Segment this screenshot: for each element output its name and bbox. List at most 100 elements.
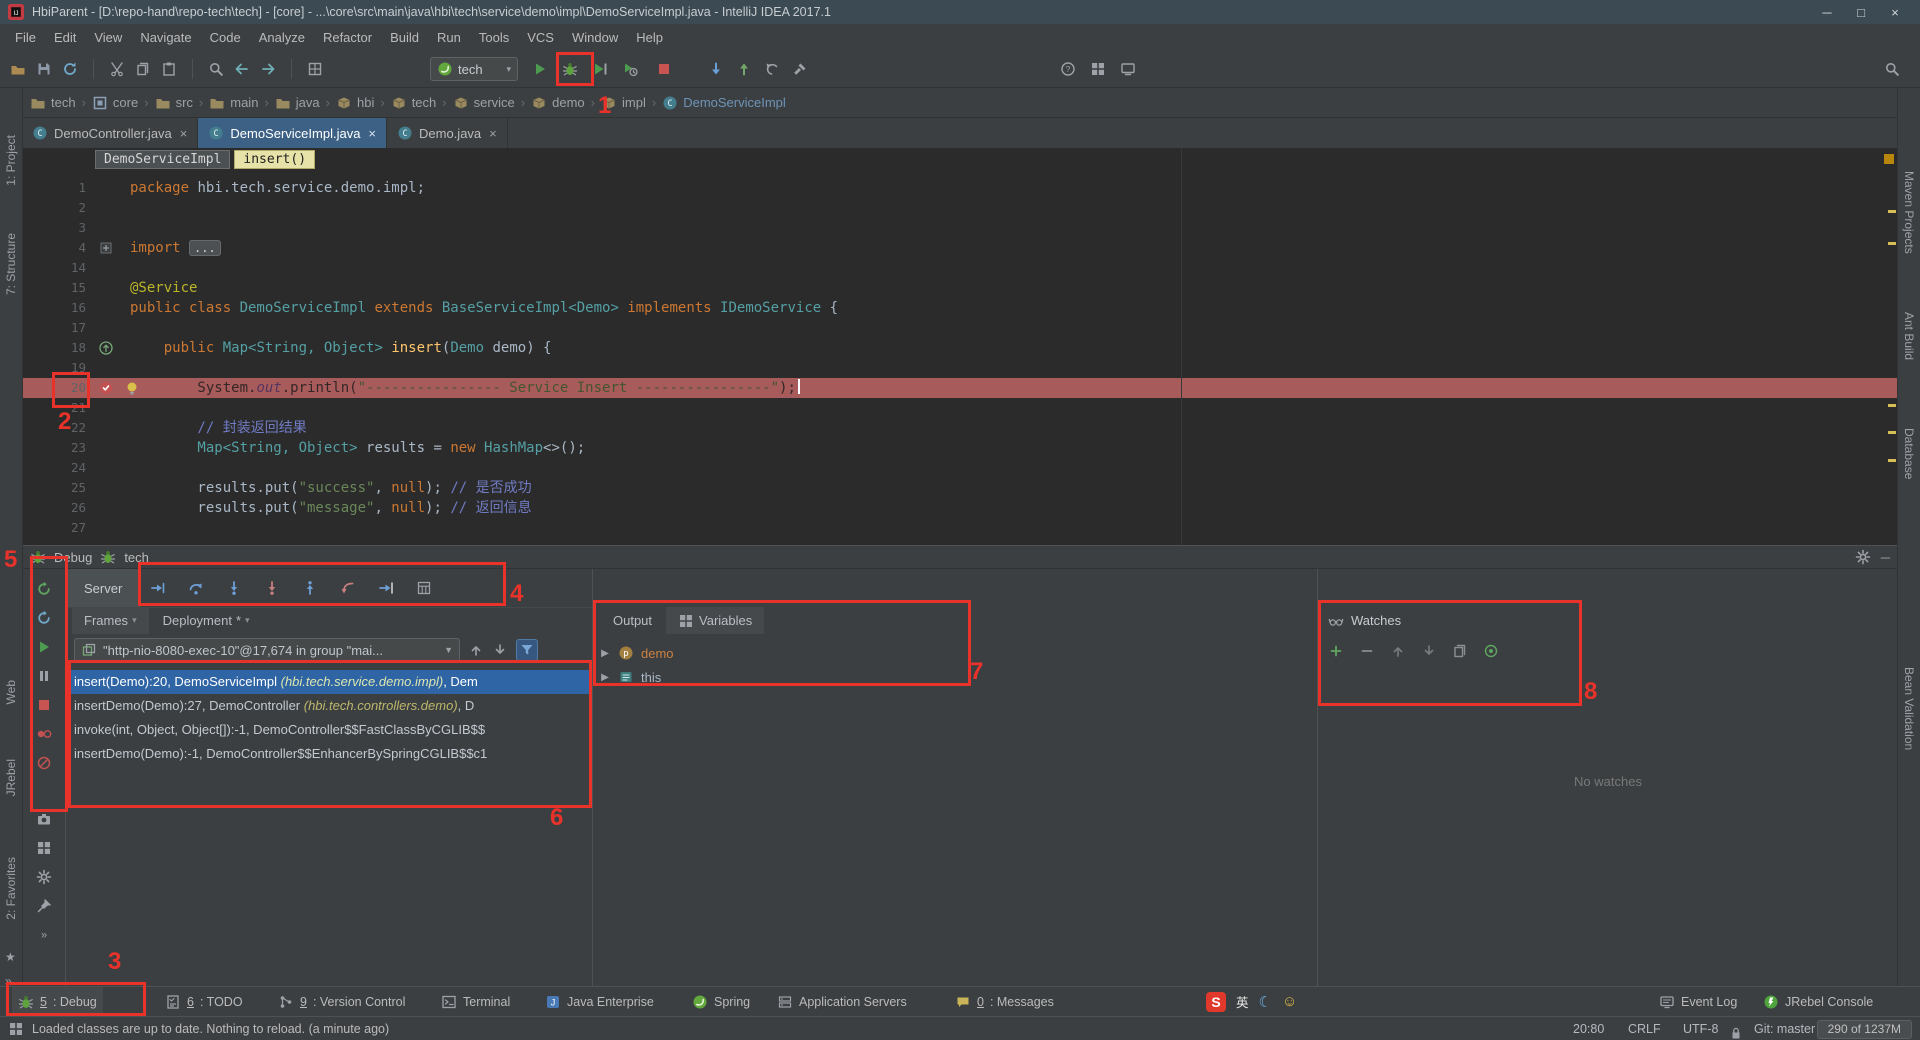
maximize-button[interactable]: □ xyxy=(1844,5,1878,20)
save-all-icon[interactable] xyxy=(36,61,52,77)
line-number[interactable]: 21 xyxy=(22,398,122,418)
profiler-icon[interactable] xyxy=(622,61,638,77)
bulb-icon[interactable] xyxy=(124,380,140,396)
move-up-icon[interactable] xyxy=(1390,643,1406,659)
forward-icon[interactable] xyxy=(260,61,276,77)
minimize-button[interactable]: ─ xyxy=(1810,5,1844,20)
fold-plus-icon[interactable] xyxy=(98,240,114,256)
line-number[interactable]: 14 xyxy=(22,258,122,278)
evaluate-icon[interactable] xyxy=(416,580,432,596)
resume-icon[interactable] xyxy=(36,639,52,655)
synchronize-icon[interactable] xyxy=(62,61,78,77)
more-icon[interactable]: » xyxy=(36,927,52,943)
tab-variables[interactable]: Variables xyxy=(666,607,764,634)
toolwindow-toggle-icon[interactable] xyxy=(8,1021,24,1037)
menu-vcs[interactable]: VCS xyxy=(518,24,563,50)
run-to-cursor-icon[interactable] xyxy=(378,580,394,596)
mute-breakpoints-icon[interactable] xyxy=(36,755,52,771)
hide-panel-icon[interactable]: ─ xyxy=(1881,550,1890,565)
line-number[interactable]: 19 xyxy=(22,358,122,378)
stack-frame-row[interactable]: insert(Demo):20, DemoServiceImpl (hbi.te… xyxy=(66,670,592,694)
show-execution-point-icon[interactable] xyxy=(150,580,166,596)
hammer-icon[interactable] xyxy=(792,61,808,77)
line-number[interactable]: 3 xyxy=(22,218,122,238)
favorites-star-icon[interactable]: ★ xyxy=(5,950,16,964)
restore-layout-icon[interactable] xyxy=(1090,61,1106,77)
line-number[interactable]: 1 xyxy=(22,178,122,198)
copy-icon[interactable] xyxy=(135,61,151,77)
run-icon[interactable] xyxy=(532,61,548,77)
tab-output[interactable]: Output xyxy=(601,607,664,634)
stripe-button--structure[interactable]: 7: Structure xyxy=(4,233,18,295)
step-out-icon[interactable] xyxy=(302,580,318,596)
menu-analyze[interactable]: Analyze xyxy=(250,24,314,50)
help-icon[interactable]: ? xyxy=(1060,61,1076,77)
drop-frame-icon[interactable] xyxy=(340,580,356,596)
line-number[interactable]: 23 xyxy=(22,438,122,458)
find-icon[interactable] xyxy=(208,61,224,77)
line-ending-indicator[interactable]: CRLF xyxy=(1628,1017,1661,1040)
stripe-button-database[interactable]: Database xyxy=(1902,428,1916,479)
line-number[interactable]: 20 xyxy=(22,378,122,398)
run-config-dropdown[interactable]: tech▾ xyxy=(430,57,518,81)
line-number[interactable]: 24 xyxy=(22,458,122,478)
breadcrumb-item-demo[interactable]: demo xyxy=(531,95,585,111)
stripe-button-bean-validation[interactable]: Bean Validation xyxy=(1902,667,1916,750)
line-number[interactable]: 25 xyxy=(22,478,122,498)
tab-frames[interactable]: Frames▾ xyxy=(72,607,149,634)
close-tab-icon[interactable]: × xyxy=(368,126,376,141)
line-number[interactable]: 16 xyxy=(22,298,122,318)
menu-edit[interactable]: Edit xyxy=(45,24,85,50)
stripe-button-maven-projects[interactable]: Maven Projects xyxy=(1902,171,1916,254)
add-watch-icon[interactable] xyxy=(1328,643,1344,659)
expand-arrow-icon[interactable]: ▶ xyxy=(599,672,611,683)
next-frame-icon[interactable] xyxy=(492,642,508,658)
paste-icon[interactable] xyxy=(161,61,177,77)
breadcrumb-item-java[interactable]: java xyxy=(275,95,320,111)
close-tab-icon[interactable]: × xyxy=(180,126,188,141)
tab-demo-java[interactable]: CDemo.java× xyxy=(387,118,508,148)
open-folder-icon[interactable] xyxy=(10,61,26,77)
ime-fullhalf-moon-icon[interactable]: ☾ xyxy=(1259,993,1272,1011)
menu-navigate[interactable]: Navigate xyxy=(131,24,200,50)
tab-demoserviceimpl-java[interactable]: CDemoServiceImpl.java× xyxy=(198,118,387,148)
vcs-update-icon[interactable] xyxy=(708,61,724,77)
stop-icon[interactable] xyxy=(656,61,672,77)
git-branch-indicator[interactable]: Git: master xyxy=(1754,1017,1815,1040)
stripe-button-web[interactable]: Web xyxy=(4,680,18,704)
toolwindow-button-application-servers[interactable]: Application Servers xyxy=(771,987,913,1016)
override-icon[interactable] xyxy=(98,340,114,356)
stripe-button--favorites[interactable]: 2: Favorites xyxy=(4,857,18,920)
debug-settings-gear-icon[interactable] xyxy=(1855,549,1871,565)
code-area[interactable]: 1package hbi.tech.service.demo.impl;234i… xyxy=(22,178,1898,538)
variable-row[interactable]: ▶pdemo xyxy=(599,641,1312,665)
tab-server[interactable]: Server xyxy=(66,569,141,607)
previous-frame-icon[interactable] xyxy=(468,642,484,658)
line-number[interactable]: 15 xyxy=(22,278,122,298)
breadcrumb-item-service[interactable]: service xyxy=(453,95,515,111)
expand-arrow-icon[interactable]: ▶ xyxy=(599,648,611,659)
tab-democontroller-java[interactable]: CDemoController.java× xyxy=(22,118,198,148)
sogou-ime-icon[interactable]: S xyxy=(1206,992,1226,1012)
memory-indicator[interactable]: 290 of 1237M xyxy=(1817,1020,1912,1039)
menu-run[interactable]: Run xyxy=(428,24,470,50)
toolwindow-button--todo[interactable]: 6: TODO xyxy=(159,987,249,1016)
pin-icon[interactable] xyxy=(36,898,52,914)
breadcrumb-item-tech[interactable]: tech xyxy=(391,95,437,111)
encoding-indicator[interactable]: UTF-8 xyxy=(1683,1017,1718,1040)
toolwindow-button--messages[interactable]: 0: Messages xyxy=(949,987,1060,1016)
back-icon[interactable] xyxy=(234,61,250,77)
ime-language-indicator[interactable]: 英 xyxy=(1236,992,1249,1011)
line-number[interactable]: 22 xyxy=(22,418,122,438)
line-number[interactable]: 17 xyxy=(22,318,122,338)
settings-icon[interactable] xyxy=(36,869,52,885)
duplicate-icon[interactable] xyxy=(1452,643,1468,659)
toolwindow-button-terminal[interactable]: Terminal xyxy=(435,987,516,1016)
view-breakpoints-icon[interactable] xyxy=(36,726,52,742)
menu-refactor[interactable]: Refactor xyxy=(314,24,381,50)
line-number[interactable]: 27 xyxy=(22,518,122,538)
caret-position[interactable]: 20:80 xyxy=(1573,1017,1604,1040)
tab-deployment[interactable]: Deployment*▾ xyxy=(151,607,262,634)
revert-icon[interactable] xyxy=(764,61,780,77)
breadcrumb-item-main[interactable]: main xyxy=(209,95,258,111)
